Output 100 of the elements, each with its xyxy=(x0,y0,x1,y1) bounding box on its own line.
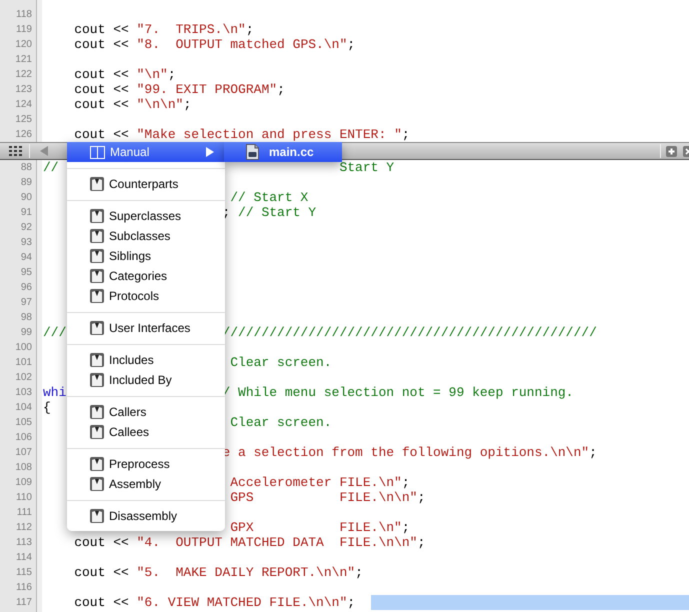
string-literal: "\n" xyxy=(136,67,168,82)
close-icon[interactable] xyxy=(683,146,689,156)
code-comment: //////////////////////////////////////////////// xyxy=(222,325,597,340)
jacket-icon xyxy=(90,249,104,263)
jacket-icon xyxy=(90,289,104,303)
code-text: ; xyxy=(277,82,285,97)
line-number: 99 xyxy=(20,326,33,340)
menu-item[interactable]: Manual xyxy=(67,142,225,162)
code-text: ; xyxy=(417,535,426,550)
add-icon[interactable] xyxy=(666,146,677,156)
line-number: 114 xyxy=(15,551,33,565)
jacket-icon xyxy=(90,321,104,335)
jacket-icon xyxy=(90,509,104,523)
string-literal: "4. OUTPUT MATCHED DATA FILE.\n\n" xyxy=(136,535,418,550)
line-number: 111 xyxy=(16,506,33,520)
line-number: 120 xyxy=(14,38,33,52)
code-text: cout << xyxy=(74,82,130,97)
code-text: ; xyxy=(417,490,426,505)
code-text: ; xyxy=(347,595,356,610)
code-text: ; xyxy=(183,97,192,112)
code-text: ; xyxy=(168,67,176,82)
line-number: 92 xyxy=(20,221,33,235)
jacket-icon xyxy=(90,477,104,491)
jacket-icon xyxy=(90,353,104,367)
code-text: cout << xyxy=(74,595,130,610)
line-number: 97 xyxy=(20,296,33,310)
code-text: ; xyxy=(347,37,356,52)
menu-item[interactable]: Disassembly xyxy=(67,506,225,526)
line-number: 103 xyxy=(14,386,33,400)
code-text: ; xyxy=(355,565,363,580)
code-text: ; xyxy=(246,22,254,37)
line-number: 118 xyxy=(15,8,33,22)
code-text: { xyxy=(43,400,51,415)
menu-item[interactable]: Assembly xyxy=(67,474,225,494)
menu-item[interactable]: Subclasses xyxy=(67,226,225,246)
line-number: 104 xyxy=(14,401,33,415)
code-text: ; xyxy=(402,475,410,490)
line-number: 121 xyxy=(14,53,33,67)
menu-item[interactable]: Protocols xyxy=(67,286,225,306)
jacket-icon xyxy=(90,373,104,387)
menu-item[interactable]: Counterparts xyxy=(67,174,225,194)
file-icon xyxy=(246,144,259,160)
string-literal: "\n\n" xyxy=(136,97,184,112)
split-pane-icon xyxy=(90,146,105,158)
line-number: 125 xyxy=(14,113,33,127)
code-text: cout << xyxy=(74,565,130,580)
line-number: 108 xyxy=(14,461,33,475)
jacket-icon xyxy=(90,457,104,471)
line-number: 122 xyxy=(14,68,33,82)
keyword: whi xyxy=(43,385,66,400)
menu-item[interactable]: main.cc xyxy=(224,142,342,162)
line-number: 100 xyxy=(14,341,33,355)
line-number: 110 xyxy=(15,491,33,505)
code-text: cout << xyxy=(74,37,130,52)
menu-item[interactable]: Included By xyxy=(67,370,225,390)
line-number: 98 xyxy=(20,311,33,325)
menu-item[interactable]: Preprocess xyxy=(67,454,225,474)
code-comment: // Start X xyxy=(229,190,308,205)
line-number: 89 xyxy=(20,176,33,190)
line-number: 107 xyxy=(14,446,33,460)
code-text: cout << xyxy=(74,67,130,82)
code-comment: Clear screen. xyxy=(229,355,332,370)
string-literal: "5. MAKE DAILY REPORT.\n\n" xyxy=(136,565,356,580)
string-literal: "7. TRIPS.\n" xyxy=(136,22,246,37)
code-comment: Start Y xyxy=(339,160,394,175)
code-text: ; xyxy=(402,127,410,142)
code-comment: // xyxy=(43,160,59,175)
menu-item[interactable]: Categories xyxy=(67,266,225,286)
line-number: 119 xyxy=(15,23,33,37)
menu-item[interactable]: User Interfaces xyxy=(67,318,225,338)
string-literal: e a selection from the following opitions.\n\n" xyxy=(222,445,590,460)
line-number: 124 xyxy=(14,98,33,112)
jacket-icon xyxy=(90,269,104,283)
menu-item[interactable]: Includes xyxy=(67,350,225,370)
menu-item[interactable]: Callees xyxy=(67,422,225,442)
string-literal: "8. OUTPUT matched GPS.\n" xyxy=(136,37,348,52)
code-text: cout << xyxy=(74,535,130,550)
back-arrow-icon[interactable] xyxy=(40,146,48,156)
grid-icon[interactable] xyxy=(9,146,22,156)
code-text: ; xyxy=(589,445,597,460)
menu-item[interactable]: Callers xyxy=(67,402,225,422)
line-number: 105 xyxy=(14,416,33,430)
line-number: 90 xyxy=(20,191,33,205)
line-number: 93 xyxy=(20,236,33,250)
menu-item[interactable]: Siblings xyxy=(67,246,225,266)
string-literal: Accelerometer FILE.\n" xyxy=(229,475,402,490)
code-text: cout << xyxy=(74,22,130,37)
string-literal: GPX FILE.\n" xyxy=(229,520,402,535)
code-text: ; xyxy=(222,205,230,220)
line-number: 95 xyxy=(20,266,33,280)
code-comment: // Start Y xyxy=(237,205,316,220)
line-number: 117 xyxy=(15,596,33,610)
code-text: ; xyxy=(402,520,410,535)
menu-item[interactable]: Superclasses xyxy=(67,206,225,226)
jacket-icon xyxy=(90,177,104,191)
line-number: 109 xyxy=(14,476,33,490)
line-number: 116 xyxy=(15,581,33,595)
code-comment: / While menu selection not = 99 keep running. xyxy=(222,385,574,400)
line-number: 102 xyxy=(14,371,33,385)
line-number: 94 xyxy=(20,251,33,265)
